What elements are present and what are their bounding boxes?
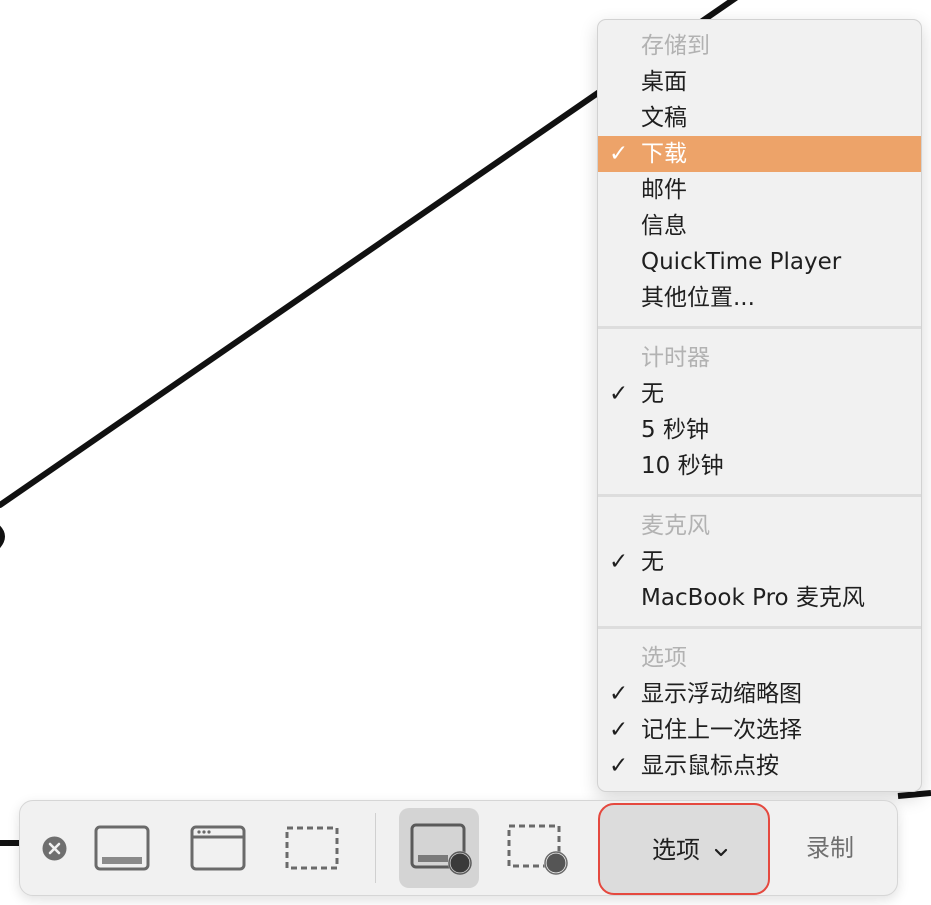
menu-item-label: 邮件 (641, 177, 687, 203)
screenshot-toolbar: 选项 录制 (19, 800, 898, 896)
record-button[interactable]: 录制 (806, 832, 854, 864)
menu-item-label: 信息 (641, 213, 687, 239)
close-icon[interactable] (42, 836, 67, 861)
menu-item-show-floating-thumbnail[interactable]: ✓ 显示浮动缩略图 (598, 676, 921, 712)
options-label: 选项 (652, 836, 700, 864)
menu-separator (598, 494, 921, 497)
checkmark-icon: ✓ (609, 717, 629, 743)
capture-selection-icon[interactable] (282, 823, 342, 873)
menu-item-label: 桌面 (641, 69, 687, 95)
options-menu: 存储到 桌面 文稿 ✓ 下载 邮件 信息 QuickTime Player 其他… (597, 19, 922, 792)
chevron-down-icon (714, 848, 728, 857)
menu-item-label: MacBook Pro 麦克风 (641, 585, 865, 611)
checkmark-icon: ✓ (609, 681, 629, 707)
options-button[interactable]: 选项 (598, 803, 770, 895)
menu-header-microphone: 麦克风 (641, 513, 710, 539)
menu-item-label: 5 秒钟 (641, 417, 709, 443)
record-entire-screen-icon[interactable] (408, 821, 474, 877)
checkmark-icon: ✓ (609, 549, 629, 575)
menu-item-show-mouse-clicks[interactable]: ✓ 显示鼠标点按 (598, 748, 921, 784)
checkmark-icon: ✓ (609, 141, 629, 167)
menu-header-timer: 计时器 (641, 345, 710, 371)
menu-item-label: 下载 (641, 141, 687, 167)
menu-item-timer-none[interactable]: ✓ 无 (598, 376, 921, 412)
menu-item-label: 10 秒钟 (641, 453, 724, 479)
capture-window-icon[interactable] (188, 823, 248, 873)
menu-item-remember-last-selection[interactable]: ✓ 记住上一次选择 (598, 712, 921, 748)
menu-item-label: 其他位置... (641, 285, 755, 311)
menu-item-mail[interactable]: 邮件 (598, 172, 921, 208)
menu-header-options: 选项 (641, 645, 687, 671)
menu-item-label: 显示鼠标点按 (641, 753, 779, 779)
menu-header-save-to: 存储到 (641, 33, 710, 59)
toolbar-divider (375, 813, 376, 883)
menu-item-mic-macbook[interactable]: MacBook Pro 麦克风 (598, 580, 921, 616)
menu-item-label: 文稿 (641, 105, 687, 131)
menu-item-label: 记住上一次选择 (641, 717, 802, 743)
menu-item-label: QuickTime Player (641, 249, 842, 275)
menu-item-timer-5s[interactable]: 5 秒钟 (598, 412, 921, 448)
menu-item-label: 无 (641, 381, 664, 407)
menu-item-mic-none[interactable]: ✓ 无 (598, 544, 921, 580)
menu-item-label: 无 (641, 549, 664, 575)
menu-item-timer-10s[interactable]: 10 秒钟 (598, 448, 921, 484)
menu-item-downloads[interactable]: ✓ 下载 (598, 136, 921, 172)
menu-item-label: 显示浮动缩略图 (641, 681, 802, 707)
screenshot-stage: 存储到 桌面 文稿 ✓ 下载 邮件 信息 QuickTime Player 其他… (0, 0, 931, 905)
menu-item-documents[interactable]: 文稿 (598, 100, 921, 136)
menu-item-quicktime[interactable]: QuickTime Player (598, 244, 921, 280)
checkmark-icon: ✓ (609, 753, 629, 779)
menu-separator (598, 326, 921, 329)
checkmark-icon: ✓ (609, 381, 629, 407)
menu-separator (598, 626, 921, 629)
menu-item-desktop[interactable]: 桌面 (598, 64, 921, 100)
menu-item-messages[interactable]: 信息 (598, 208, 921, 244)
record-selection-icon[interactable] (504, 821, 570, 877)
menu-item-other-location[interactable]: 其他位置... (598, 280, 921, 316)
capture-entire-screen-icon[interactable] (92, 823, 152, 873)
